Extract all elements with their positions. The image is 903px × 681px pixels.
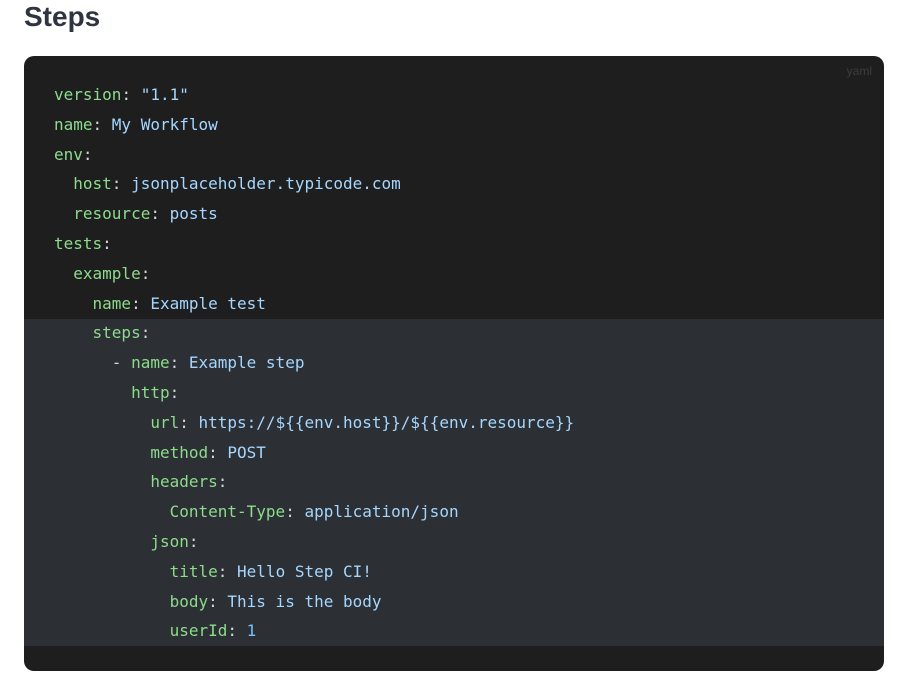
code-separator: : bbox=[188, 531, 199, 551]
code-block: yaml version: "1.1" name: My Workflow env:… bbox=[24, 56, 884, 671]
code-line: url: https://${{env.host}}/${{env.resour… bbox=[54, 408, 574, 438]
code-line: body: This is the body bbox=[54, 587, 574, 617]
code-key: env bbox=[54, 144, 83, 164]
code-separator: : bbox=[131, 293, 151, 313]
code-line: http: bbox=[54, 378, 574, 408]
code-separator: : bbox=[92, 114, 112, 134]
code-line: userId: 1 bbox=[54, 616, 574, 646]
code-key: name bbox=[131, 353, 170, 373]
code-key: name bbox=[92, 293, 132, 313]
code-key: host bbox=[73, 174, 112, 194]
code-separator: : bbox=[217, 561, 238, 581]
code-value: This is the body bbox=[227, 591, 382, 611]
code-line: Content-Type: application/json bbox=[54, 497, 574, 527]
code-value: 1 bbox=[246, 621, 257, 641]
code-value: application/json bbox=[304, 502, 459, 522]
code-separator: : bbox=[285, 502, 305, 522]
code-key: steps bbox=[92, 323, 141, 343]
code-separator: : bbox=[208, 591, 228, 611]
code-separator: : bbox=[217, 472, 228, 492]
code-separator: : bbox=[179, 412, 199, 432]
code-separator: : bbox=[208, 442, 228, 462]
code-separator: : bbox=[140, 263, 151, 283]
code-line: json: bbox=[54, 527, 574, 557]
page-title: Steps bbox=[24, 1, 101, 32]
code-line: method: POST bbox=[54, 438, 574, 468]
code-value: "1.1" bbox=[140, 85, 189, 104]
code-key: body bbox=[169, 591, 209, 611]
code-line: host: jsonplaceholder.typicode.com bbox=[54, 169, 574, 199]
code-separator: : bbox=[169, 382, 180, 402]
code-line: env: bbox=[54, 140, 574, 170]
code-separator: : bbox=[121, 85, 141, 104]
code-line: tests: bbox=[54, 229, 574, 259]
code-line: title: Hello Step CI! bbox=[54, 557, 574, 587]
code-language-label: yaml bbox=[846, 64, 872, 78]
code-key: url bbox=[150, 412, 180, 432]
code-value: posts bbox=[169, 204, 218, 224]
code-value: POST bbox=[227, 442, 266, 462]
code-value: https://${{env.host}}/${{env.resource}} bbox=[198, 412, 575, 432]
code-line: resource: posts bbox=[54, 199, 574, 229]
code-key: userId bbox=[169, 621, 228, 641]
code-key: example bbox=[73, 263, 141, 283]
code-line: steps: bbox=[54, 318, 574, 348]
code-value: Example test bbox=[150, 293, 266, 313]
code-separator: : bbox=[111, 174, 132, 194]
code-key: http bbox=[131, 382, 170, 402]
code-key: title bbox=[169, 561, 218, 581]
code-list-dash: - bbox=[111, 353, 132, 373]
code-line: - name: Example step bbox=[54, 348, 574, 378]
code-separator: : bbox=[82, 144, 93, 164]
code-line: name: Example test bbox=[54, 289, 574, 319]
code-line: name: My Workflow bbox=[54, 110, 574, 140]
code-key: method bbox=[150, 442, 209, 462]
code-value: jsonplaceholder.typicode.com bbox=[131, 174, 401, 194]
code-separator: : bbox=[140, 323, 151, 343]
code-key: version bbox=[54, 85, 122, 104]
code-separator: : bbox=[150, 204, 170, 224]
code-line: headers: bbox=[54, 467, 574, 497]
code-separator: : bbox=[102, 233, 112, 253]
code-value: Hello Step CI! bbox=[237, 561, 372, 581]
code-key: tests bbox=[54, 233, 103, 253]
code-separator: : bbox=[227, 621, 247, 641]
code-line: version: "1.1" bbox=[54, 80, 574, 110]
code-key: name bbox=[54, 114, 93, 134]
code-content[interactable]: version: "1.1" name: My Workflow env: host… bbox=[54, 80, 574, 646]
code-key: headers bbox=[150, 472, 218, 492]
code-value: My Workflow bbox=[111, 114, 218, 134]
code-key: resource bbox=[73, 204, 151, 224]
code-separator: : bbox=[169, 353, 189, 373]
code-key: json bbox=[150, 531, 189, 551]
code-value: Example step bbox=[188, 353, 305, 373]
code-line: example: bbox=[54, 259, 574, 289]
code-key: Content-Type bbox=[169, 502, 286, 522]
